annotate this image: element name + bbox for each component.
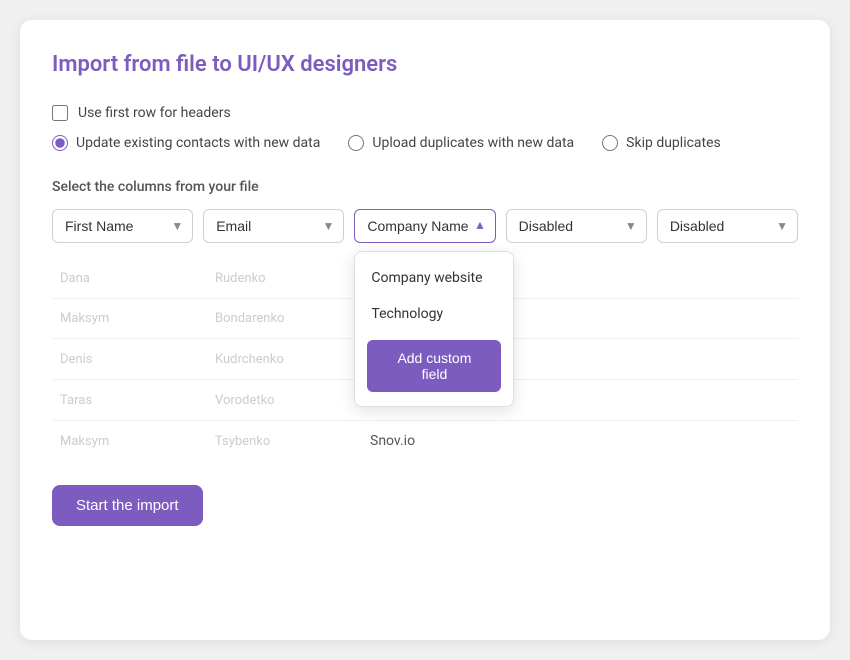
duplicate-options-row: Update existing contacts with new data U… <box>52 135 798 151</box>
update-contacts-label[interactable]: Update existing contacts with new data <box>76 135 320 151</box>
title-highlight: to <box>212 52 232 77</box>
col5-wrapper: First Name Email Company Name Company we… <box>657 209 798 243</box>
dropdown-item-technology[interactable]: Technology <box>355 296 513 332</box>
col1-select[interactable]: First Name Last Name Email Company Name … <box>52 209 193 243</box>
table-cell-3-0: Taras <box>52 380 207 421</box>
col2-wrapper: First Name Email Company Name Company we… <box>203 209 344 243</box>
update-contacts-radio[interactable] <box>52 135 68 151</box>
col1-wrapper: First Name Last Name Email Company Name … <box>52 209 193 243</box>
skip-duplicates-radio[interactable] <box>602 135 618 151</box>
table-cell-2-1: Kudrchenko <box>207 339 362 380</box>
update-contacts-option: Update existing contacts with new data <box>52 135 320 151</box>
table-cell-1-0: Maksym <box>52 299 207 339</box>
col5-select[interactable]: First Name Email Company Name Company we… <box>657 209 798 243</box>
col3-select[interactable]: First Name Email Company Name Company we… <box>354 209 495 243</box>
table-row: MaksymTsybenkoSnov.io <box>52 421 798 462</box>
table-cell-4-2: Snov.io <box>362 421 798 462</box>
table-cell-4-1: Tsybenko <box>207 421 362 462</box>
col2-select[interactable]: First Name Email Company Name Company we… <box>203 209 344 243</box>
table-cell-2-0: Denis <box>52 339 207 380</box>
title-prefix: Import from file <box>52 52 212 77</box>
col4-select[interactable]: First Name Email Company Name Company we… <box>506 209 647 243</box>
first-row-headers-label[interactable]: Use first row for headers <box>78 105 231 121</box>
import-card: Import from file to UI/UX designers Use … <box>20 20 830 640</box>
first-row-headers-row: Use first row for headers <box>52 105 798 121</box>
dropdown-item-company-website[interactable]: Company website <box>355 260 513 296</box>
title-suffix: UI/UX designers <box>232 52 398 77</box>
start-import-button[interactable]: Start the import <box>52 485 203 526</box>
col3-wrapper: First Name Email Company Name Company we… <box>354 209 495 243</box>
options-section: Use first row for headers Update existin… <box>52 105 798 151</box>
column-dropdowns-row: First Name Last Name Email Company Name … <box>52 209 798 243</box>
first-row-headers-checkbox[interactable] <box>52 105 68 121</box>
table-cell-0-1: Rudenko <box>207 259 362 299</box>
columns-section-label: Select the columns from your file <box>52 179 798 195</box>
skip-duplicates-label[interactable]: Skip duplicates <box>626 135 721 151</box>
table-cell-1-1: Bondarenko <box>207 299 362 339</box>
col3-dropdown-menu: Company website Technology Add custom fi… <box>354 251 514 407</box>
add-custom-field-button[interactable]: Add custom field <box>367 340 501 392</box>
table-cell-0-0: Dana <box>52 259 207 299</box>
col4-wrapper: First Name Email Company Name Company we… <box>506 209 647 243</box>
upload-duplicates-radio[interactable] <box>348 135 364 151</box>
skip-duplicates-option: Skip duplicates <box>602 135 721 151</box>
table-cell-4-0: Maksym <box>52 421 207 462</box>
upload-duplicates-option: Upload duplicates with new data <box>348 135 574 151</box>
table-cell-3-1: Vorodetko <box>207 380 362 421</box>
page-title: Import from file to UI/UX designers <box>52 52 798 77</box>
upload-duplicates-label[interactable]: Upload duplicates with new data <box>372 135 574 151</box>
